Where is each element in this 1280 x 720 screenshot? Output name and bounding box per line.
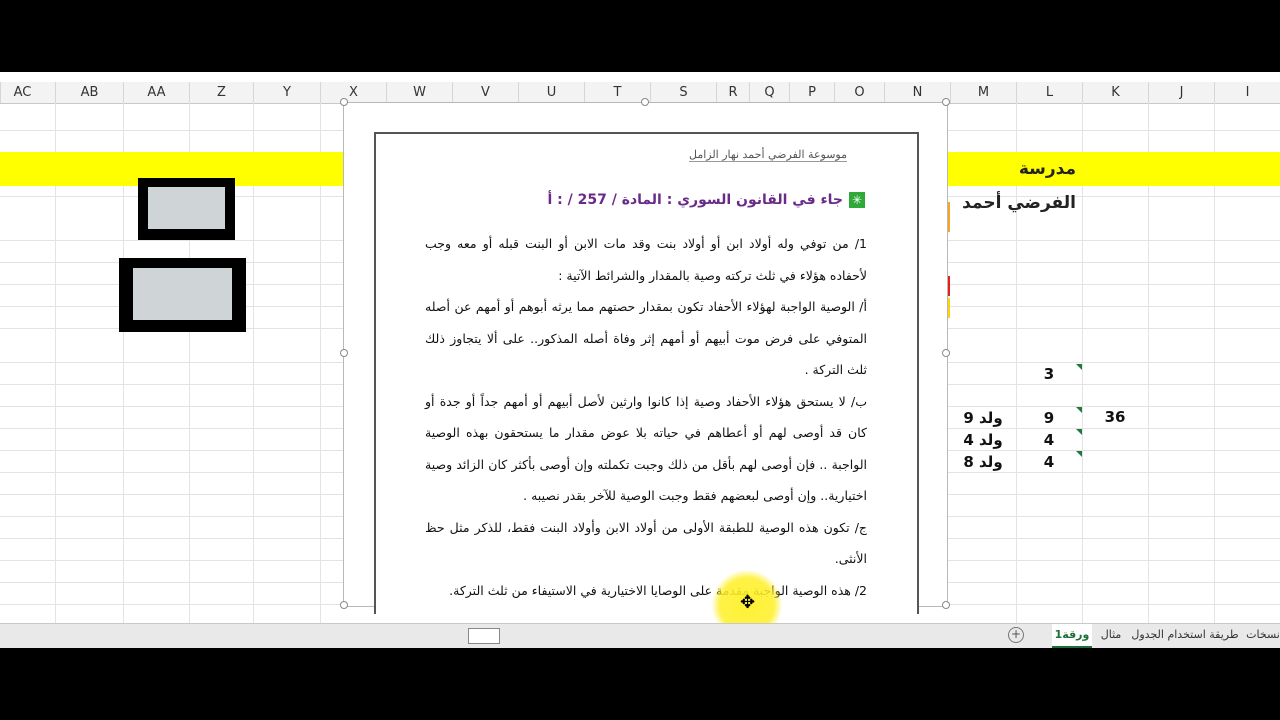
cell-m1[interactable]: ولد 9 [950, 409, 1016, 427]
star-box-icon: ✳ [849, 192, 865, 208]
resize-handle-mr[interactable] [942, 349, 950, 357]
article-heading: ✳ جاء في القانون السوري : المادة / 257 /… [547, 192, 865, 208]
paragraph: ج/ تكون هذه الوصية للطبقة الأولى من أولا… [425, 519, 867, 567]
col-header-l[interactable]: L [1016, 82, 1082, 103]
cell-l-top[interactable]: 3 [1016, 365, 1082, 383]
col-header-ab[interactable]: AB [55, 82, 123, 103]
col-header-o[interactable]: O [834, 82, 884, 103]
col-header-v[interactable]: V [452, 82, 518, 103]
article-body: 1/ من توفي وله أولاد ابن أو أولاد بنت وق… [425, 228, 867, 606]
col-header-w[interactable]: W [386, 82, 452, 103]
col-header-s[interactable]: S [650, 82, 716, 103]
cell-l1[interactable]: 9 [1016, 409, 1082, 427]
document-page: موسوعة الفرضي أحمد نهار الزامل ✳ جاء في … [374, 132, 919, 614]
tab-sheet1[interactable]: ورقة1 [1052, 624, 1092, 648]
resize-handle-ml[interactable] [340, 349, 348, 357]
paragraph: 2/ هذه الوصية الواجبة مقدمة على الوصايا … [449, 582, 867, 598]
col-header-p[interactable]: P [789, 82, 834, 103]
cell-l2[interactable]: 4 [1016, 431, 1082, 449]
cell-m3[interactable]: ولد 8 [950, 453, 1016, 471]
col-header-q[interactable]: Q [749, 82, 789, 103]
resize-handle-br[interactable] [942, 601, 950, 609]
horizontal-scroll-button[interactable] [468, 628, 500, 644]
col-header-ac[interactable]: AC [0, 82, 44, 103]
resize-handle-tr[interactable] [942, 98, 950, 106]
resize-handle-tl[interactable] [340, 98, 348, 106]
col-header-n[interactable]: N [884, 82, 950, 103]
paragraph: 1/ من توفي وله أولاد ابن أو أولاد بنت وق… [425, 236, 867, 283]
col-header-k[interactable]: K [1082, 82, 1148, 103]
comment-indicator [1076, 364, 1082, 370]
comment-indicator [1076, 451, 1082, 457]
col-header-z[interactable]: Z [189, 82, 253, 103]
cell-l3[interactable]: 4 [1016, 453, 1082, 471]
spreadsheet-area: AC AB AA Z Y X W V U T S R Q P O N M L K… [0, 72, 1280, 648]
page-header: موسوعة الفرضي أحمد نهار الزامل [688, 148, 847, 162]
resize-handle-bl[interactable] [340, 601, 348, 609]
col-header-m[interactable]: M [950, 82, 1016, 103]
column-header-row: AC AB AA Z Y X W V U T S R Q P O N M L K… [0, 82, 1280, 104]
article-heading-text: جاء في القانون السوري : المادة / 257 / :… [547, 192, 843, 208]
tab-how-to-use[interactable]: طريقة استخدام الجدول [1130, 624, 1240, 646]
col-header-aa[interactable]: AA [123, 82, 189, 103]
col-header-u[interactable]: U [518, 82, 584, 103]
col-header-r[interactable]: R [716, 82, 749, 103]
cell-m2[interactable]: ولد 4 [950, 431, 1016, 449]
tab-copies[interactable]: نسخات [1246, 624, 1280, 646]
col-header-j[interactable]: J [1148, 82, 1214, 103]
add-sheet-icon[interactable]: + [1008, 627, 1024, 643]
comment-indicator [1076, 429, 1082, 435]
paragraph: ب/ لا يستحق هؤلاء الأحفاد وصية إذا كانوا… [425, 393, 867, 504]
paragraph: أ/ الوصية الواجبة لهؤلاء الأحفاد تكون بم… [425, 299, 867, 377]
col-header-t[interactable]: T [584, 82, 650, 103]
resize-handle-tc[interactable] [641, 98, 649, 106]
sheet-tabs-bar: + ورقة1 مثال طريقة استخدام الجدول نسخات [0, 623, 1280, 648]
thumbnail-image-2[interactable] [119, 258, 246, 332]
col-header-y[interactable]: Y [253, 82, 320, 103]
letterbox-bottom [0, 648, 1280, 720]
col-header-x[interactable]: X [320, 82, 386, 103]
col-header-i[interactable]: I [1214, 82, 1280, 103]
tab-example[interactable]: مثال [1096, 624, 1126, 646]
cell-k-total[interactable]: 36 [1082, 408, 1148, 426]
comment-indicator [1076, 407, 1082, 413]
thumbnail-image-1[interactable] [138, 178, 235, 240]
move-cursor-icon: ✥ [740, 592, 756, 613]
banner-title: مدرسة الفرضي أحمد [962, 159, 1076, 213]
